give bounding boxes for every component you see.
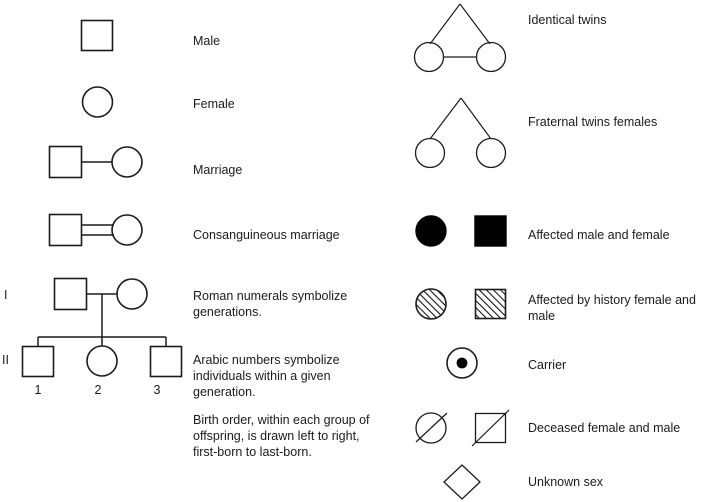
symbol-open-circle-female [81, 85, 117, 119]
generation-label-I: I [4, 288, 8, 302]
label-female: Female [193, 97, 235, 111]
symbol-affected [410, 212, 520, 250]
symbol-fraternal-twins [408, 95, 524, 171]
symbol-pedigree-family-tree [18, 276, 183, 382]
label-male: Male [193, 34, 221, 48]
symbol-deceased [410, 408, 520, 448]
label-carrier: Carrier [528, 358, 567, 372]
pedigree-legend: Male Female Marriage Consanguineous marr… [0, 0, 705, 501]
label-unknown-sex: Unknown sex [528, 475, 604, 489]
symbol-affected-by-history [410, 285, 520, 323]
individual-number-1: 1 [34, 383, 42, 397]
individual-number-2: 2 [94, 383, 102, 397]
symbol-unknown-sex-diamond [441, 462, 487, 502]
label-fraternal-twins: Fraternal twins females [528, 115, 658, 129]
label-birth-order: Birth order, within each group of offspr… [193, 413, 370, 459]
label-affected: Affected male and female [528, 228, 670, 242]
generation-label-II: II [2, 353, 9, 367]
label-affected-by-history: Affected by history female and male [528, 293, 696, 323]
label-deceased: Deceased female and male [528, 421, 681, 435]
symbol-consanguineous-marriage [48, 212, 156, 250]
label-marriage: Marriage [193, 163, 243, 177]
symbol-marriage [48, 144, 156, 182]
label-arabic-numbers: Arabic numbers symbolize individuals wit… [193, 353, 340, 399]
symbol-open-square-male [80, 19, 116, 53]
individual-number-3: 3 [153, 383, 161, 397]
label-roman-numerals: Roman numerals symbolize generations. [193, 289, 348, 319]
symbol-carrier [445, 344, 489, 382]
label-identical-twins: Identical twins [528, 13, 607, 27]
symbol-identical-twins [408, 2, 524, 76]
label-consanguineous-marriage: Consanguineous marriage [193, 228, 340, 242]
